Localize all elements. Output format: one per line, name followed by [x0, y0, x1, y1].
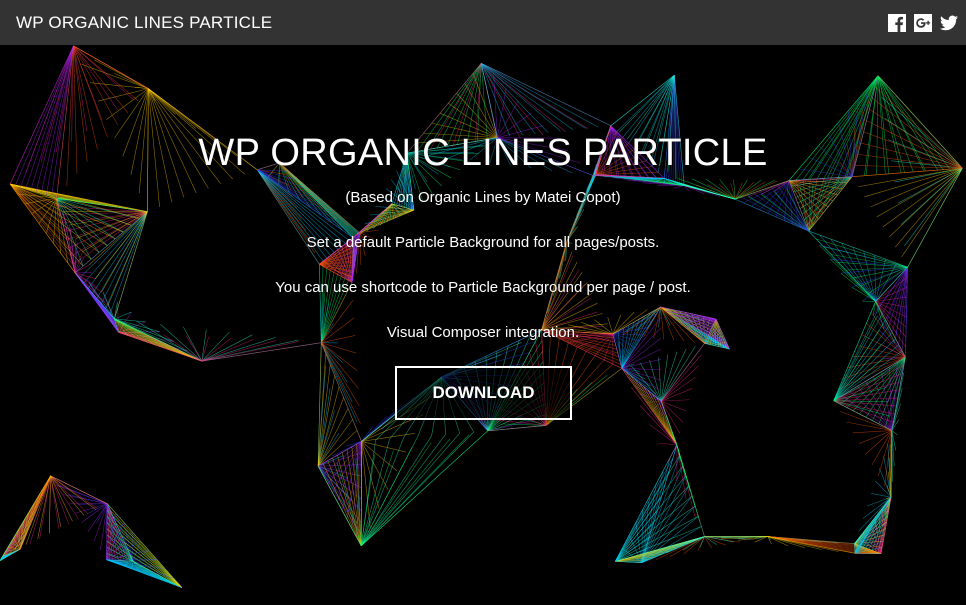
- twitter-icon[interactable]: [940, 14, 958, 32]
- hero-section: WP ORGANIC LINES PARTICLE (Based on Orga…: [0, 45, 966, 605]
- feature-line-1: Set a default Particle Background for al…: [306, 234, 660, 251]
- feature-line-3: Visual Composer integration.: [386, 324, 580, 341]
- hero-subtitle: (Based on Organic Lines by Matei Copot): [345, 189, 621, 206]
- download-button[interactable]: DOWNLOAD: [395, 366, 572, 420]
- hero-title: WP ORGANIC LINES PARTICLE: [198, 132, 768, 174]
- social-links: [888, 13, 958, 32]
- top-navbar: WP ORGANIC LINES PARTICLE: [0, 0, 966, 45]
- site-brand-link[interactable]: WP ORGANIC LINES PARTICLE: [16, 13, 272, 33]
- facebook-icon[interactable]: [888, 13, 906, 32]
- hero-content: WP ORGANIC LINES PARTICLE (Based on Orga…: [0, 45, 966, 605]
- feature-line-2: You can use shortcode to Particle Backgr…: [275, 279, 691, 296]
- google-plus-icon[interactable]: [914, 13, 932, 32]
